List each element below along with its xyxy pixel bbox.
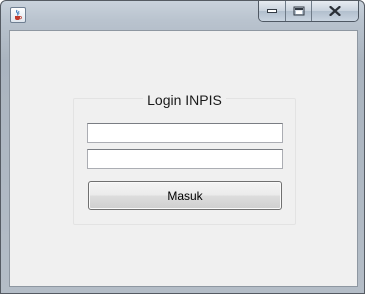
masuk-button-label: Masuk: [167, 188, 203, 203]
close-button[interactable]: [312, 1, 358, 21]
content-area: Login INPIS Masuk: [9, 30, 358, 287]
login-window: Login INPIS Masuk: [0, 0, 365, 294]
username-field[interactable]: [87, 123, 283, 143]
login-title: Login INPIS: [143, 92, 226, 108]
minimize-icon: [267, 9, 277, 13]
masuk-button[interactable]: Masuk: [88, 181, 282, 210]
login-panel: Login INPIS Masuk: [73, 92, 296, 225]
password-field[interactable]: [87, 149, 283, 169]
maximize-icon: [293, 6, 304, 16]
caption-buttons: [258, 1, 359, 22]
maximize-button[interactable]: [286, 1, 312, 21]
java-cup-icon[interactable]: [10, 7, 26, 23]
minimize-button[interactable]: [259, 1, 286, 21]
close-icon: [329, 6, 341, 16]
title-bar[interactable]: [1, 1, 364, 30]
